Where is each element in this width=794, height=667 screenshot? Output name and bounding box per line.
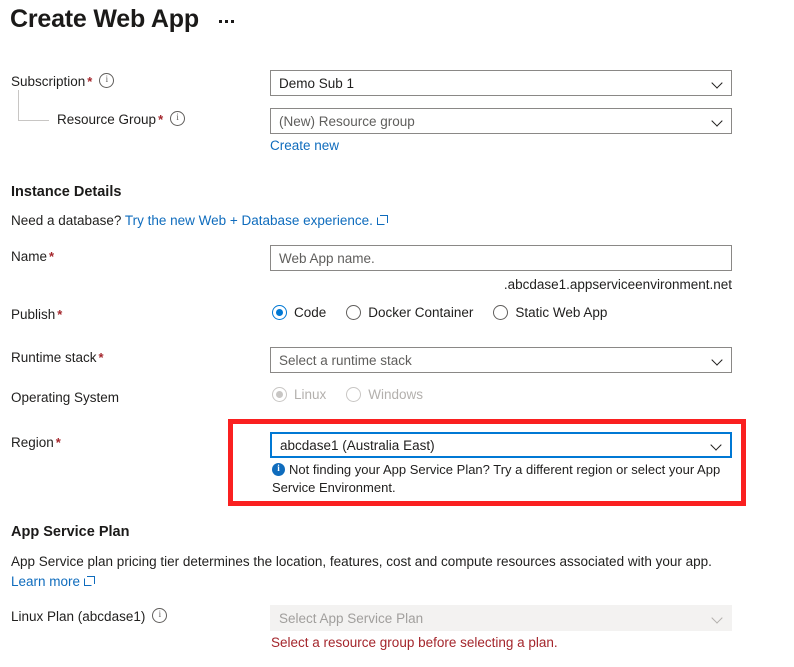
app-service-plan-heading: App Service Plan [11, 524, 130, 540]
resource-group-label: Resource Group * [57, 111, 186, 127]
required-asterisk: * [49, 249, 55, 264]
operating-system-label-text: Operating System [11, 390, 120, 405]
chevron-down-icon [712, 613, 723, 624]
app-service-plan-dropdown: Select App Service Plan [270, 605, 732, 631]
name-label-text: Name [11, 249, 48, 264]
runtime-stack-value: Select a runtime stack [279, 352, 412, 368]
publish-radio-group: Code Docker Container Static Web App [272, 305, 627, 320]
name-domain-suffix: .abcdase1.appserviceenvironment.net [503, 277, 732, 292]
region-info-message: Not finding your App Service Plan? Try a… [272, 461, 724, 497]
operating-system-label: Operating System [11, 390, 119, 405]
name-input[interactable]: Web App name. [270, 245, 732, 271]
chevron-down-icon [712, 355, 723, 366]
radio-dot-icon [493, 305, 509, 320]
region-value: abcdase1 (Australia East) [280, 437, 435, 453]
region-dropdown[interactable]: abcdase1 (Australia East) [270, 432, 732, 458]
radio-publish-static-web-app[interactable]: Static Web App [493, 305, 607, 320]
operating-system-radio-group: Linux Windows [272, 387, 443, 402]
database-prompt-text: Need a database? [11, 213, 125, 228]
learn-more-link[interactable]: Learn more [11, 574, 80, 589]
app-service-plan-description: App Service plan pricing tier determines… [11, 552, 783, 593]
radio-dot-icon [346, 305, 362, 320]
page-header: Create Web App [10, 5, 238, 34]
radio-os-windows: Windows [346, 387, 423, 402]
external-link-icon [84, 576, 96, 587]
region-info-text: Not finding your App Service Plan? Try a… [272, 462, 721, 495]
info-filled-icon [272, 462, 285, 476]
external-link-icon [376, 215, 388, 225]
page-title: Create Web App [10, 5, 199, 33]
name-input-placeholder: Web App name. [279, 250, 375, 266]
required-asterisk: * [98, 350, 104, 365]
runtime-stack-label: Runtime stack * [11, 350, 104, 365]
app-service-plan-placeholder: Select App Service Plan [279, 610, 424, 626]
chevron-down-icon [712, 116, 723, 127]
publish-label: Publish * [11, 307, 62, 322]
required-asterisk: * [158, 112, 164, 127]
info-circle-icon[interactable] [152, 608, 168, 623]
radio-label: Code [294, 305, 327, 320]
radio-publish-docker-container[interactable]: Docker Container [346, 305, 473, 320]
name-label: Name * [11, 249, 54, 264]
chevron-down-icon [712, 78, 723, 89]
subscription-resourcegroup-connector [18, 90, 49, 121]
resource-group-dropdown[interactable]: (New) Resource group [270, 108, 732, 134]
required-asterisk: * [87, 74, 93, 89]
radio-os-linux: Linux [272, 387, 326, 402]
required-asterisk: * [57, 307, 63, 322]
subscription-value: Demo Sub 1 [279, 75, 355, 91]
database-prompt: Need a database? Try the new Web + Datab… [11, 213, 388, 228]
radio-label: Linux [294, 387, 327, 402]
resource-group-label-text: Resource Group [57, 112, 157, 127]
subscription-label-text: Subscription [11, 74, 86, 89]
more-options-button[interactable] [215, 14, 238, 26]
runtime-stack-label-text: Runtime stack [11, 350, 97, 365]
ellipsis-dot-icon [218, 19, 222, 23]
radio-label: Static Web App [515, 305, 608, 320]
create-new-resource-group-link[interactable]: Create new [270, 138, 339, 153]
web-database-experience-link[interactable]: Try the new Web + Database experience. [125, 213, 373, 228]
chevron-down-icon [711, 440, 722, 451]
ellipsis-dot-icon [224, 19, 228, 23]
runtime-stack-dropdown[interactable]: Select a runtime stack [270, 347, 732, 373]
subscription-dropdown[interactable]: Demo Sub 1 [270, 70, 732, 96]
required-asterisk: * [55, 435, 61, 450]
publish-label-text: Publish [11, 307, 56, 322]
resource-group-value: (New) Resource group [279, 113, 415, 129]
app-service-plan-description-text: App Service plan pricing tier determines… [11, 554, 712, 569]
subscription-label: Subscription * [11, 73, 115, 89]
radio-dot-icon [346, 387, 362, 402]
radio-label: Docker Container [368, 305, 474, 320]
linux-plan-label-text: Linux Plan (abcdase1) [11, 609, 146, 624]
instance-details-heading: Instance Details [11, 184, 122, 200]
radio-dot-icon [272, 305, 287, 320]
region-label: Region * [11, 435, 61, 450]
app-service-plan-error: Select a resource group before selecting… [271, 635, 558, 650]
info-circle-icon[interactable] [170, 111, 186, 126]
linux-plan-label: Linux Plan (abcdase1) [11, 608, 168, 624]
radio-label: Windows [368, 387, 424, 402]
radio-publish-code[interactable]: Code [272, 305, 326, 320]
ellipsis-dot-icon [230, 19, 234, 23]
region-label-text: Region [11, 435, 54, 450]
info-circle-icon[interactable] [99, 73, 115, 88]
radio-dot-icon [272, 387, 287, 402]
